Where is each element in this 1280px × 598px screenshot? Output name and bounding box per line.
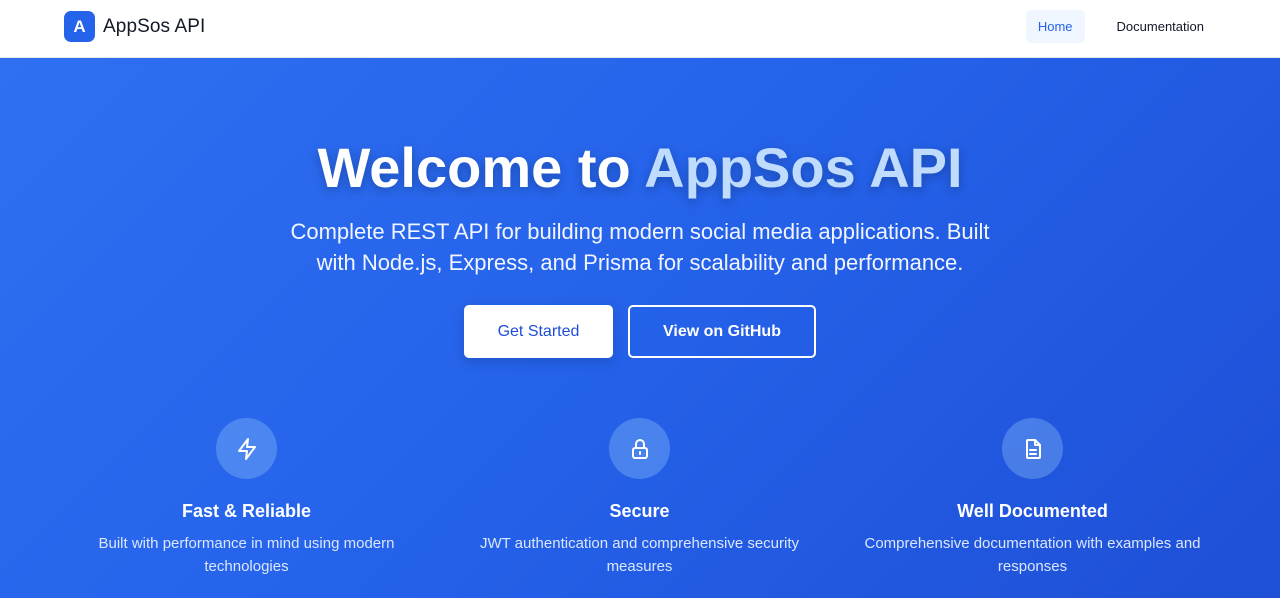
main-nav: Home Documentation xyxy=(1025,10,1216,43)
get-started-button[interactable]: Get Started xyxy=(464,305,613,358)
hero-tagline: Complete REST API for building modern so… xyxy=(290,219,990,275)
hero-title: Welcome to AppSos API xyxy=(0,138,1280,198)
feature-description: Comprehensive documentation with example… xyxy=(864,535,1201,575)
hero-title-prefix: Welcome to xyxy=(317,136,645,199)
nav-documentation-link[interactable]: Documentation xyxy=(1105,10,1216,43)
feature-title: Fast & Reliable xyxy=(181,501,312,521)
brand-name: AppSos API xyxy=(103,15,206,37)
feature-title: Well Documented xyxy=(957,501,1108,521)
document-icon xyxy=(1002,418,1063,479)
feature-description: Built with performance in mind using mod… xyxy=(98,535,395,575)
feature-description: JWT authentication and comprehensive sec… xyxy=(479,535,800,575)
features-row: Fast & Reliable Built with performance i… xyxy=(50,418,1230,578)
brand[interactable]: A AppSos API xyxy=(64,11,205,42)
hero-section: Welcome to AppSos API Complete REST API … xyxy=(0,58,1280,598)
feature-card: Secure JWT authentication and comprehens… xyxy=(443,418,836,578)
feature-card: Fast & Reliable Built with performance i… xyxy=(50,418,443,578)
lightning-icon xyxy=(216,418,277,479)
feature-title: Secure xyxy=(609,501,670,521)
top-navigation-bar: A AppSos API Home Documentation xyxy=(0,0,1280,58)
nav-home-link[interactable]: Home xyxy=(1025,10,1085,43)
cta-buttons: Get Started View on GitHub xyxy=(0,305,1280,358)
view-on-github-button[interactable]: View on GitHub xyxy=(628,305,816,358)
hero-title-accent: AppSos API xyxy=(644,136,963,199)
feature-card: Well Documented Comprehensive documentat… xyxy=(836,418,1229,578)
page: A AppSos API Home Documentation Welcome … xyxy=(0,0,1280,598)
lock-icon xyxy=(609,418,670,479)
logo-icon: A xyxy=(64,11,95,42)
